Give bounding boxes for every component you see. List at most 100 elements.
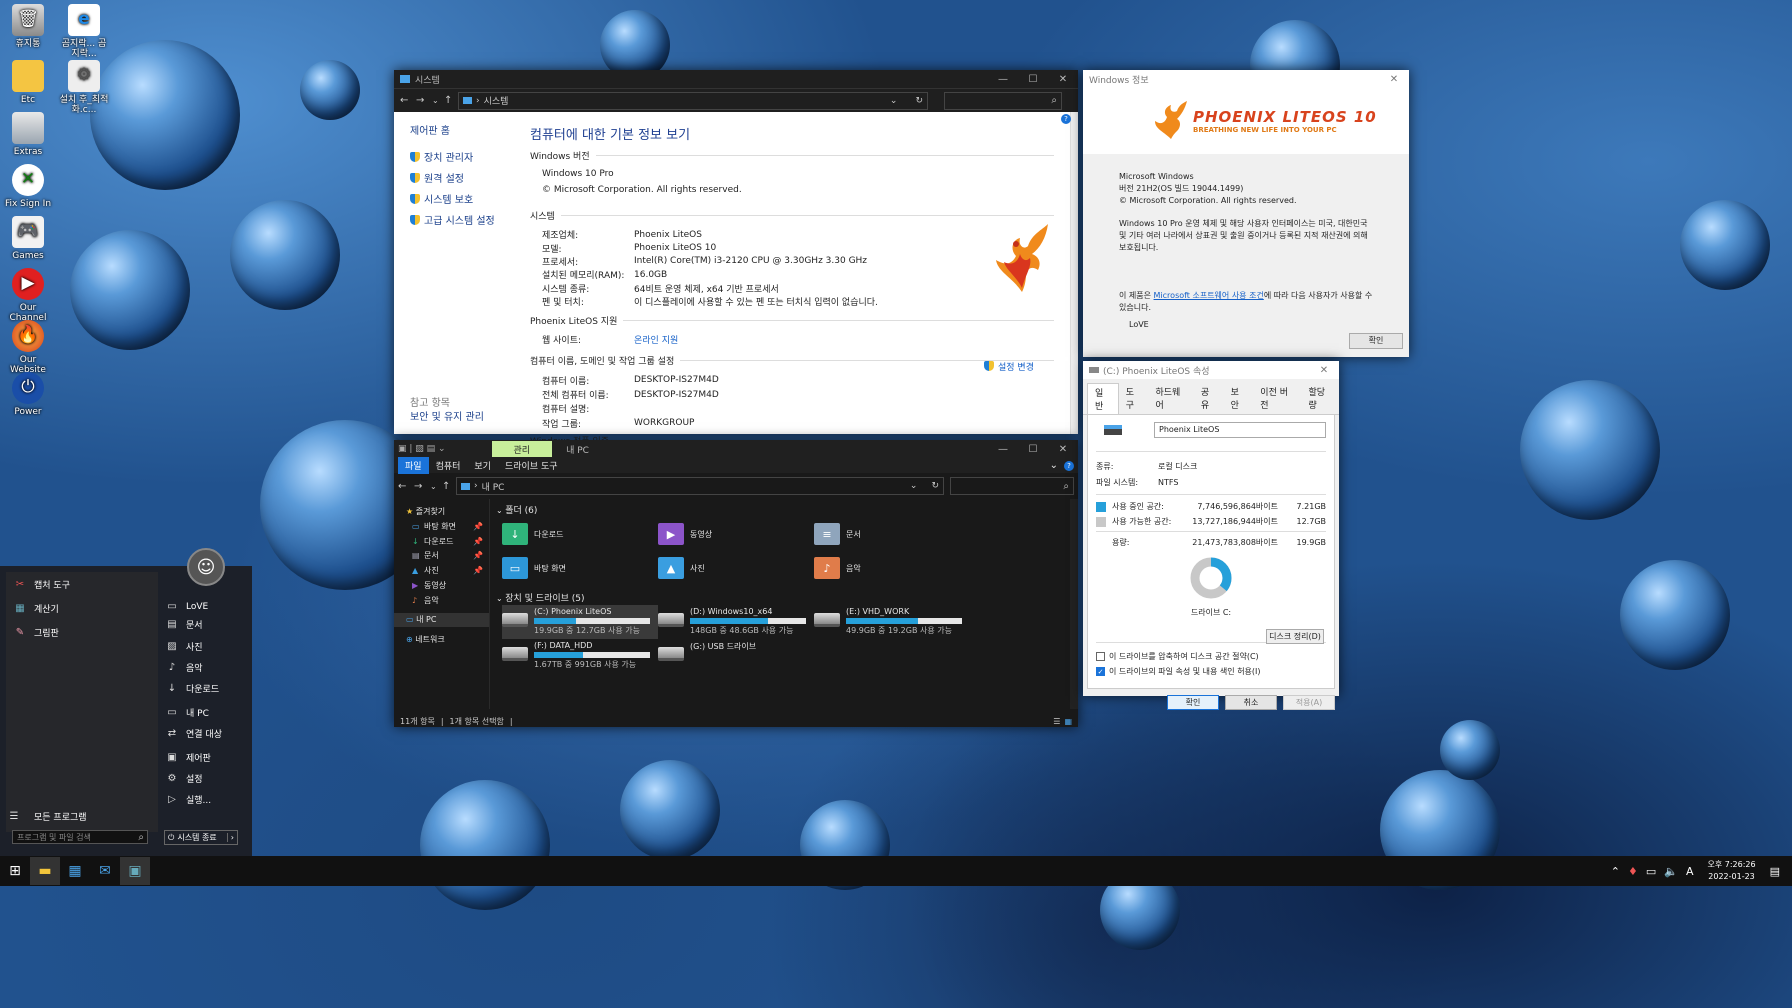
taskbar-explorer[interactable]: ▬ [30,857,60,885]
close-button[interactable]: ✕ [1379,74,1409,85]
chevron-down-icon[interactable]: ⌄ [432,96,444,105]
close-button[interactable]: ✕ [1309,365,1339,376]
properties-tab[interactable]: 일반 [1087,383,1119,414]
all-programs-button[interactable]: ☰ 모든 프로그램 [0,806,158,827]
sidebar-link-remote-settings[interactable]: 원격 설정 [410,170,518,185]
ok-button[interactable]: 확인 [1167,695,1219,710]
quick-access-toolbar[interactable]: ▣ | ▨ ▤ ⌄ [398,444,446,454]
properties-tab[interactable]: 할당량 [1301,383,1339,414]
search-input[interactable]: ⌕ [944,91,1062,110]
minimize-button[interactable]: — [988,444,1018,455]
user-avatar[interactable]: ☺ [187,548,225,586]
defender-icon[interactable]: ♦ [1628,865,1638,878]
desktop-icon-our-channel[interactable]: ▶ Our Channel [2,268,54,324]
sidebar-link-system-protection[interactable]: 시스템 보호 [410,191,518,206]
search-input[interactable]: ⌕ [950,477,1074,495]
change-settings-link[interactable]: 설정 변경 [984,360,1034,373]
taskbar-control-panel[interactable]: ▣ [120,857,150,885]
minimize-button[interactable]: — [988,74,1018,85]
start-right-item[interactable]: ▣ 제어판 [160,746,246,767]
start-user-name[interactable]: ▭ LoVE [160,596,208,617]
back-icon[interactable]: ← [398,481,414,492]
drive-item[interactable]: (C:) Phoenix LiteOS 19.9GB 중 12.7GB 사용 가능 [502,605,658,639]
forward-icon[interactable]: → [416,95,432,106]
desktop-icon-ie[interactable]: e 곰지락... 곰지락... [58,4,110,60]
tab-file[interactable]: 파일 [398,457,429,474]
ribbon-context-tab[interactable]: 관리 [491,441,553,457]
up-icon[interactable]: ↑ [442,481,456,492]
network-icon[interactable]: ▭ [1646,865,1656,878]
chevron-down-icon[interactable]: ⌄ [890,96,898,106]
properties-tab[interactable]: 이전 버전 [1253,383,1301,414]
start-right-item[interactable]: ↓ 다운로드 [160,678,246,699]
sidebar-link-advanced-settings[interactable]: 고급 시스템 설정 [410,212,518,227]
volume-label-input[interactable]: Phoenix LiteOS [1154,422,1326,438]
desktop-icon-games[interactable]: 🎮 Games [2,216,54,261]
chevron-down-icon[interactable]: ⌄ [910,481,918,491]
desktop-icon-extras[interactable]: Extras [2,112,54,157]
disk-cleanup-button[interactable]: 디스크 정리(D) [1266,629,1324,644]
ime-indicator[interactable]: A [1686,865,1694,878]
properties-tab[interactable]: 도구 [1119,383,1149,414]
maximize-button[interactable]: ☐ [1018,444,1048,455]
forward-icon[interactable]: → [414,481,430,492]
folder-item[interactable]: ♪ 음악 [814,551,970,585]
nav-quick-access[interactable]: ★ 즐겨찾기 [406,505,489,520]
chevron-down-icon[interactable]: ⌄ [1050,460,1058,471]
pinned-calculator[interactable]: ▦ 계산기 [6,596,158,620]
pinned-snipping-tool[interactable]: ✂ 캡처 도구 [6,572,158,596]
folders-group-header[interactable]: ⌄ 폴더 (6) [496,503,1070,517]
start-right-item[interactable]: ▨ 사진 [160,635,246,656]
pinned-paint[interactable]: ✎ 그림판 [6,620,158,644]
drive-item[interactable]: (F:) DATA_HDD 1.67TB 중 991GB 사용 가능 [502,639,658,673]
refresh-icon[interactable]: ↻ [915,96,923,106]
winver-title-bar[interactable]: Windows 정보 ✕ [1083,70,1409,88]
cancel-button[interactable]: 취소 [1225,695,1277,710]
nav-item[interactable]: ▤ 문서 📌 [406,549,489,564]
maximize-button[interactable]: ☐ [1018,74,1048,85]
desktop-icon-fix-sign-in[interactable]: ✕ Fix Sign In [2,164,54,209]
close-button[interactable]: ✕ [1048,74,1078,85]
properties-tab[interactable]: 보안 [1224,383,1254,414]
folder-item[interactable]: ≡ 문서 [814,517,970,551]
vertical-scrollbar[interactable]: ? [1061,112,1078,434]
tab-drive-tools[interactable]: 드라이브 도구 [498,457,565,474]
chevron-right-icon[interactable]: › [226,833,237,842]
drives-group-header[interactable]: ⌄ 장치 및 드라이브 (5) [496,591,1070,605]
desktop-icon-our-website[interactable]: 🔥 Our Website [2,320,54,376]
explorer-title-bar[interactable]: ▣ | ▨ ▤ ⌄ 관리 내 PC — ☐ ✕ [394,440,1078,458]
shutdown-button[interactable]: ⏻ 시스템 종료 › [164,830,238,845]
security-maintenance-link[interactable]: 보안 및 유지 관리 [410,408,484,423]
notification-icon[interactable]: ▤ [1770,865,1780,878]
taskbar-mail[interactable]: ✉ [90,857,120,885]
nav-item[interactable]: ♪ 음악 [406,594,489,609]
start-right-item[interactable]: ♪ 음악 [160,657,246,678]
nav-item[interactable]: ▭ 바탕 화면 📌 [406,520,489,535]
folder-item[interactable]: ▶ 동영상 [658,517,814,551]
nav-this-pc[interactable]: ▭ 내 PC [394,612,489,627]
nav-network[interactable]: ⊕ 네트워크 [406,633,489,648]
nav-item[interactable]: ↓ 다운로드 📌 [406,535,489,550]
address-bar[interactable]: › 시스템 ⌄ ↻ [458,91,928,110]
desktop-icon-setup-script[interactable]: ⚙ 설치 후_최적화.c... [58,60,110,116]
start-right-item[interactable]: ⇄ 연결 대상 [160,723,246,744]
start-search-input[interactable]: 프로그램 및 파일 검색 ⌕ [12,830,148,844]
online-support-link[interactable]: 온라인 지원 [634,333,678,346]
up-icon[interactable]: ↑ [444,95,458,106]
desktop-icon-etc[interactable]: Etc [2,60,54,105]
close-button[interactable]: ✕ [1048,444,1078,455]
winver-ok-button[interactable]: 확인 [1349,333,1403,349]
clock[interactable]: 오후 7:26:26 2022-01-23 [1707,859,1755,883]
refresh-icon[interactable]: ↻ [931,481,939,491]
folder-item[interactable]: ▲ 사진 [658,551,814,585]
folder-item[interactable]: ▭ 바탕 화면 [502,551,658,585]
properties-tab[interactable]: 하드웨어 [1148,383,1193,414]
properties-tab[interactable]: 공유 [1194,383,1224,414]
vertical-scrollbar[interactable] [1070,499,1078,709]
drive-item[interactable]: (D:) Windows10_x64 148GB 중 48.6GB 사용 가능 [658,605,814,639]
drive-properties-title-bar[interactable]: (C:) Phoenix LiteOS 속성 ✕ [1083,361,1339,379]
chevron-down-icon[interactable]: ⌄ [430,482,442,491]
license-terms-link[interactable]: Microsoft 소프트웨어 사용 조건 [1154,291,1264,300]
chevron-up-icon[interactable]: ⌃ [1611,865,1620,878]
address-bar[interactable]: › 내 PC ⌄ ↻ [456,477,944,495]
